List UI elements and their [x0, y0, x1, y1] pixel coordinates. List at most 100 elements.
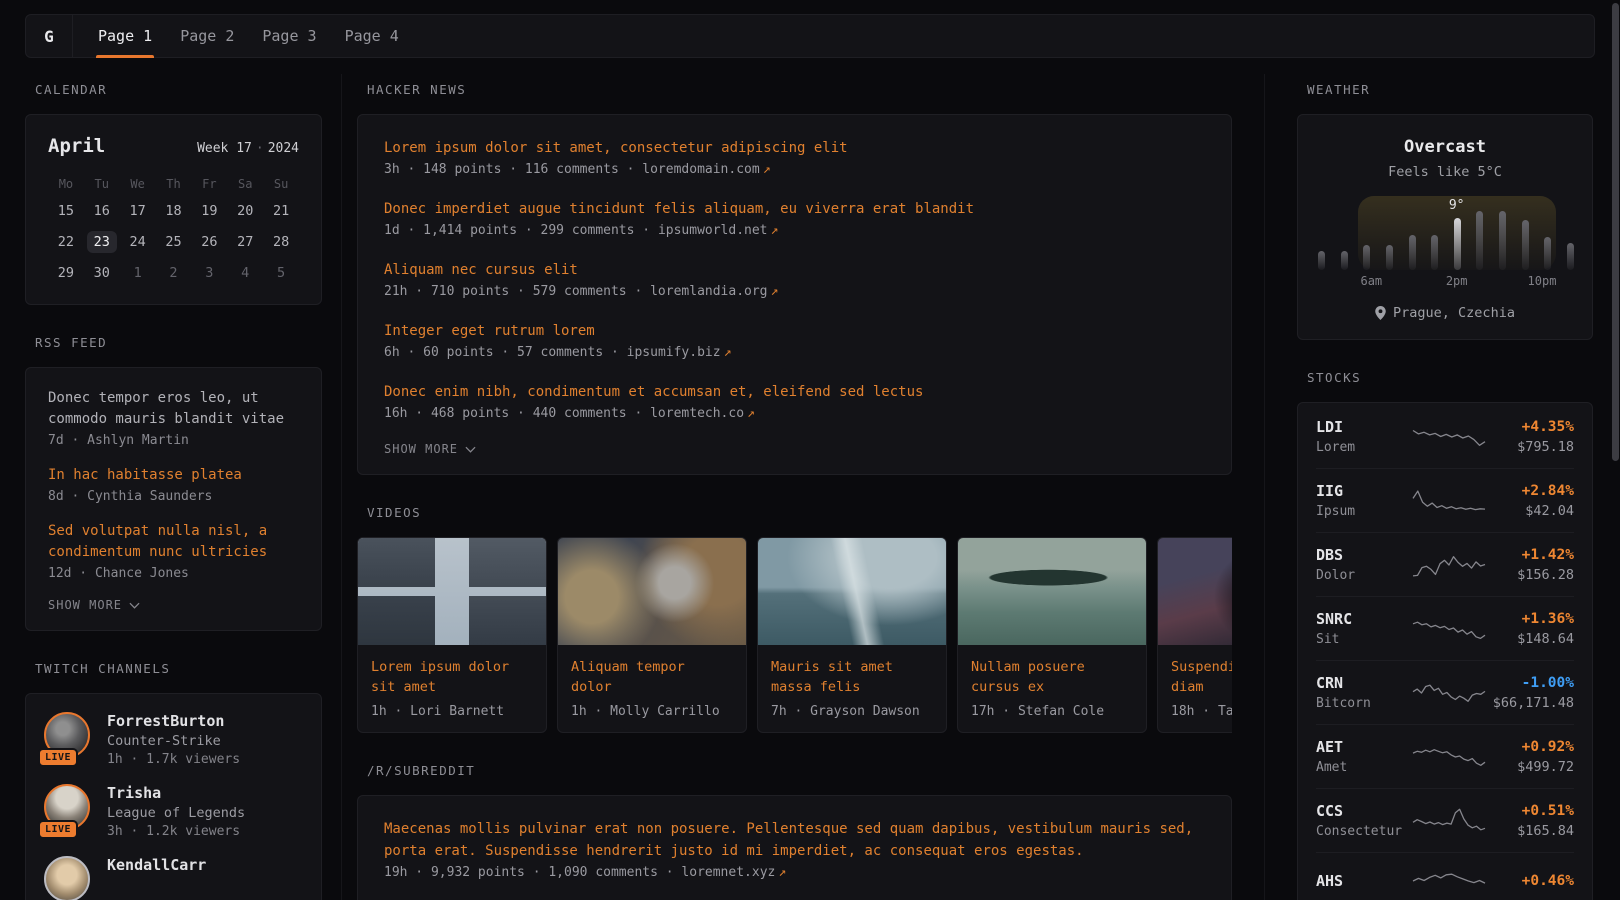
video-card[interactable]: Nullam posuere cursus ex17h · Stefan Col…	[957, 537, 1147, 733]
video-card[interactable]: Suspendisse diam18h · Tara	[1157, 537, 1232, 733]
calendar-day[interactable]: 30	[84, 257, 120, 288]
calendar-day[interactable]: 27	[227, 226, 263, 257]
rss-item-title[interactable]: Sed volutpat nulla nisl, a condimentum n…	[48, 521, 299, 563]
dashboard-page: G Page 1Page 2Page 3Page 4 CALENDAR Apri…	[0, 0, 1620, 900]
separator-dot: ·	[256, 141, 264, 156]
video-title[interactable]: Mauris sit amet massa felis	[771, 657, 933, 697]
calendar-month: April	[48, 135, 105, 157]
hackernews-list: Lorem ipsum dolor sit amet, consectetur …	[384, 137, 1205, 421]
rss-item-title[interactable]: In hac habitasse platea	[48, 465, 299, 486]
video-title[interactable]: Nullam posuere cursus ex	[971, 657, 1133, 697]
weekday-label: Mo	[48, 177, 84, 191]
item-domain-link[interactable]: loremlandia.org	[650, 284, 767, 299]
calendar-day[interactable]: 2	[156, 257, 192, 288]
calendar-day[interactable]: 22	[48, 226, 84, 257]
avatar: LIVE	[44, 784, 92, 832]
calendar-day[interactable]: 17	[120, 195, 156, 226]
stock-name: Lorem	[1316, 440, 1412, 455]
stock-info: AHS	[1316, 872, 1412, 890]
location-pin-icon	[1375, 306, 1386, 320]
calendar-day[interactable]: 28	[263, 226, 299, 257]
twitch-channel-row[interactable]: LIVETrishaLeague of Legends3h · 1.2k vie…	[44, 784, 303, 839]
calendar-day[interactable]: 25	[156, 226, 192, 257]
twitch-channel-row[interactable]: LIVEForrestBurtonCounter-Strike1h · 1.7k…	[44, 712, 303, 767]
rss-show-more-button[interactable]: SHOW MORE	[48, 598, 299, 612]
calendar-day[interactable]: 15	[48, 195, 84, 226]
video-card[interactable]: Aliquam tempor dolor nec pharetra…1h · M…	[557, 537, 747, 733]
item-domain-link[interactable]: loremtech.co	[650, 406, 744, 421]
video-card[interactable]: Lorem ipsum dolor sit amet consectetu…1h…	[357, 537, 547, 733]
hackernews-item-title[interactable]: Donec enim nibh, condimentum et accumsan…	[384, 381, 1205, 403]
rss-card: Donec tempor eros leo, ut commodo mauris…	[25, 367, 322, 631]
calendar-day[interactable]: 26	[191, 226, 227, 257]
stock-row-ldi[interactable]: LDILorem+4.35%$795.18	[1316, 405, 1574, 468]
stock-change: +1.42%	[1486, 547, 1574, 563]
weather-section: WEATHER Overcast Feels like 5°C 9° 6am2p…	[1297, 82, 1593, 340]
item-domain-link[interactable]: ipsumworld.net	[658, 223, 768, 238]
video-card[interactable]: Mauris sit amet massa felis7h · Grayson …	[757, 537, 947, 733]
calendar-day[interactable]: 4	[227, 257, 263, 288]
stock-row-crn[interactable]: CRNBitcorn-1.00%$66,171.48	[1316, 660, 1574, 724]
weather-bar	[1499, 211, 1506, 270]
right-column: WEATHER Overcast Feels like 5°C 9° 6am2p…	[1297, 82, 1593, 900]
channel-info: KendallCarr	[107, 856, 206, 900]
tab-page-3[interactable]: Page 3	[262, 15, 316, 57]
column-divider	[341, 74, 342, 900]
tab-page-4[interactable]: Page 4	[345, 15, 399, 57]
hackernews-item-title[interactable]: Aliquam nec cursus elit	[384, 259, 1205, 281]
hackernews-show-more-button[interactable]: SHOW MORE	[384, 442, 1205, 456]
hackernews-item: Integer eget rutrum lorem6h · 60 points …	[384, 320, 1205, 360]
stock-sparkline	[1412, 742, 1486, 772]
stock-row-iig[interactable]: IIGIpsum+2.84%$42.04	[1316, 468, 1574, 532]
scrollbar-thumb[interactable]	[1612, 3, 1619, 461]
video-title[interactable]: Aliquam tempor dolor nec pharetra…	[571, 657, 733, 697]
stock-change: +1.36%	[1486, 611, 1574, 627]
tab-page-2[interactable]: Page 2	[180, 15, 234, 57]
chevron-down-icon	[129, 602, 140, 609]
weather-bar	[1431, 235, 1438, 270]
stock-row-dbs[interactable]: DBSDolor+1.42%$156.28	[1316, 532, 1574, 596]
twitch-section-label: TWITCH CHANNELS	[35, 661, 322, 676]
stock-row-aet[interactable]: AETAmet+0.92%$499.72	[1316, 724, 1574, 788]
video-card-body: Mauris sit amet massa felis7h · Grayson …	[758, 645, 946, 732]
rss-item-title[interactable]: Donec tempor eros leo, ut commodo mauris…	[48, 388, 299, 430]
video-title[interactable]: Suspendisse diam	[1171, 657, 1232, 697]
item-domain-link[interactable]: ipsumify.biz	[627, 345, 721, 360]
stock-row-snrc[interactable]: SNRCSit+1.36%$148.64	[1316, 596, 1574, 660]
app-logo[interactable]: G	[26, 15, 73, 57]
calendar-year: 2024	[268, 141, 299, 156]
weather-location: Prague, Czechia	[1393, 305, 1515, 321]
video-title[interactable]: Lorem ipsum dolor sit amet consectetu…	[371, 657, 533, 697]
calendar-day[interactable]: 19	[191, 195, 227, 226]
stock-name: Sit	[1316, 632, 1412, 647]
stock-values: +1.36% $148.64	[1486, 611, 1574, 647]
tab-page-1[interactable]: Page 1	[98, 15, 152, 57]
calendar-day[interactable]: 16	[84, 195, 120, 226]
calendar-day[interactable]: 3	[191, 257, 227, 288]
item-domain-link[interactable]: loremdomain.com	[642, 162, 759, 177]
twitch-channel-row[interactable]: KendallCarr	[44, 856, 303, 900]
calendar-day[interactable]: 1	[120, 257, 156, 288]
hackernews-item-title[interactable]: Lorem ipsum dolor sit amet, consectetur …	[384, 137, 1205, 159]
hackernews-item-title[interactable]: Integer eget rutrum lorem	[384, 320, 1205, 342]
stock-sparkline	[1412, 806, 1486, 836]
calendar-day[interactable]: 20	[227, 195, 263, 226]
calendar-day[interactable]: 21	[263, 195, 299, 226]
stock-row-ahs[interactable]: AHS+0.46%	[1316, 852, 1574, 900]
left-column: CALENDAR April Week 17·2024 MoTuWeThFrSa…	[25, 82, 322, 900]
hackernews-item: Lorem ipsum dolor sit amet, consectetur …	[384, 137, 1205, 177]
reddit-post-title[interactable]: Maecenas mollis pulvinar erat non posuer…	[384, 818, 1205, 862]
post-domain-link[interactable]: loremnet.xyz	[681, 865, 775, 880]
stock-ticker: CCS	[1316, 802, 1412, 820]
stock-price: $148.64	[1486, 631, 1574, 647]
calendar-day[interactable]: 5	[263, 257, 299, 288]
calendar-day[interactable]: 23	[84, 226, 120, 257]
hackernews-item-meta: 1d · 1,414 points · 299 comments · ipsum…	[384, 223, 1205, 238]
weather-bar	[1544, 237, 1551, 270]
stock-row-ccs[interactable]: CCSConsectetur+0.51%$165.84	[1316, 788, 1574, 852]
calendar-day[interactable]: 29	[48, 257, 84, 288]
external-link-icon: ↗	[763, 162, 771, 177]
calendar-day[interactable]: 18	[156, 195, 192, 226]
calendar-day[interactable]: 24	[120, 226, 156, 257]
hackernews-item-title[interactable]: Donec imperdiet augue tincidunt felis al…	[384, 198, 1205, 220]
